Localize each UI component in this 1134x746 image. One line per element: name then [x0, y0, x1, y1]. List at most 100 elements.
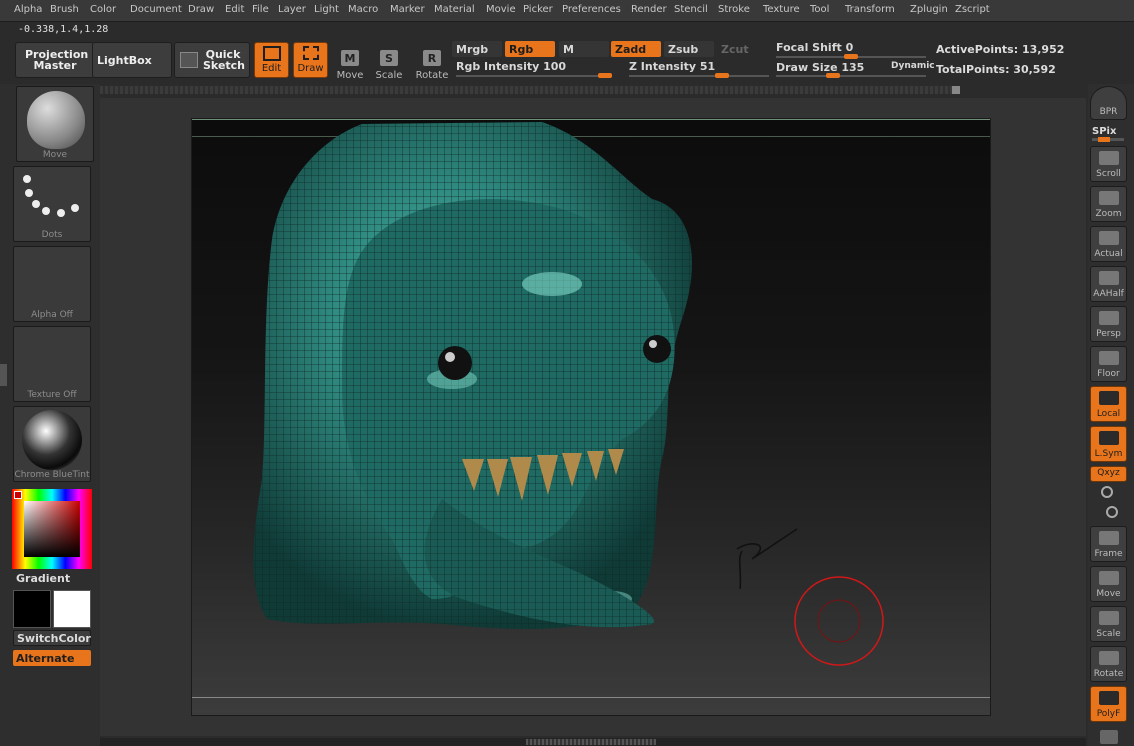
material-label: Chrome BlueTint	[14, 470, 90, 480]
menu-item-zplugin[interactable]: Zplugin	[910, 4, 948, 15]
menu-item-marker[interactable]: Marker	[390, 4, 425, 15]
switchcolor-button[interactable]: SwitchColor	[13, 630, 91, 646]
active-points: ActivePoints: 13,952	[936, 43, 1065, 56]
transp-icon[interactable]	[1100, 730, 1118, 744]
scroll-label: Scroll	[1096, 169, 1121, 179]
draw-icon	[302, 46, 319, 60]
lightbox-button[interactable]: LightBox	[92, 42, 172, 78]
alternate-button[interactable]: Alternate	[13, 650, 91, 666]
menu-item-light[interactable]: Light	[314, 4, 339, 15]
bottom-tray-grip[interactable]	[526, 739, 656, 745]
rotate-icon: R	[423, 50, 441, 66]
focal-shift-slider[interactable]	[776, 54, 926, 59]
frame-button[interactable]: Frame	[1090, 526, 1127, 562]
zadd-toggle[interactable]: Zadd	[611, 41, 661, 57]
rotate-y-icon[interactable]	[1101, 486, 1113, 498]
menu-item-preferences[interactable]: Preferences	[562, 4, 621, 15]
scale-icon: S	[380, 50, 398, 66]
scale-label: Scale	[375, 70, 403, 81]
gradient-label[interactable]: Gradient	[16, 572, 70, 585]
menu-item-texture[interactable]: Texture	[763, 4, 800, 15]
draw-size-slider[interactable]	[776, 73, 926, 78]
move-brush-icon	[27, 91, 85, 149]
polyf-button[interactable]: PolyF	[1090, 686, 1127, 722]
texture-selector[interactable]: Texture Off	[13, 326, 91, 402]
local-button[interactable]: Local	[1090, 386, 1127, 422]
bpr-button[interactable]: BPR	[1090, 86, 1127, 120]
chrome-material-icon	[22, 410, 82, 470]
strip-end-handle[interactable]	[952, 86, 960, 94]
texture-label: Texture Off	[27, 390, 77, 400]
rotate-view-button[interactable]: Rotate	[1090, 646, 1127, 682]
dynamic-toggle[interactable]: Dynamic	[891, 61, 935, 71]
menu-item-draw[interactable]: Draw	[188, 4, 214, 15]
lsym-button[interactable]: L.Sym	[1090, 426, 1127, 462]
floor-button[interactable]: Floor	[1090, 346, 1127, 382]
rotate-button[interactable]: R Rotate	[413, 41, 451, 83]
menu-item-zscript[interactable]: Zscript	[955, 4, 990, 15]
z-intensity-knob[interactable]	[715, 73, 729, 78]
rotate-z-icon[interactable]	[1106, 506, 1118, 518]
menu-item-transform[interactable]: Transform	[845, 4, 895, 15]
shelf-scroll-strip[interactable]	[100, 86, 960, 94]
menu-item-document[interactable]: Document	[130, 4, 182, 15]
menu-item-macro[interactable]: Macro	[348, 4, 378, 15]
menu-item-movie[interactable]: Movie	[486, 4, 516, 15]
quick-sketch-button[interactable]: Quick Sketch	[174, 42, 250, 78]
spix-knob[interactable]	[1098, 137, 1110, 142]
menu-item-alpha[interactable]: Alpha	[14, 4, 42, 15]
polyf-label: PolyF	[1096, 709, 1121, 719]
menu-item-edit[interactable]: Edit	[225, 4, 244, 15]
mrgb-toggle[interactable]: Mrgb	[452, 41, 502, 57]
menu-item-brush[interactable]: Brush	[50, 4, 79, 15]
menu-item-color[interactable]: Color	[90, 4, 116, 15]
brush-selector[interactable]: Move	[16, 86, 94, 162]
menu-item-file[interactable]: File	[252, 4, 269, 15]
menu-item-material[interactable]: Material	[434, 4, 475, 15]
menu-item-render[interactable]: Render	[631, 4, 667, 15]
xyz-button[interactable]: Qxyz	[1090, 466, 1127, 482]
move-button[interactable]: M Move	[331, 41, 369, 83]
scroll-button[interactable]: Scroll	[1090, 146, 1127, 182]
rotate-label: Rotate	[415, 70, 449, 81]
spix-slider[interactable]	[1092, 137, 1124, 142]
quick-sketch-icon	[180, 52, 198, 68]
zsub-toggle[interactable]: Zsub	[664, 41, 714, 57]
menu-item-layer[interactable]: Layer	[278, 4, 306, 15]
projection-master-button[interactable]: Projection Master	[15, 42, 95, 78]
material-selector[interactable]: Chrome BlueTint	[13, 406, 91, 482]
rgb-intensity-knob[interactable]	[598, 73, 612, 78]
main-color-swatch[interactable]	[13, 590, 51, 628]
menu-item-stroke[interactable]: Stroke	[718, 4, 750, 15]
rgb-intensity-slider[interactable]	[456, 73, 612, 78]
draw-button[interactable]: Draw	[293, 42, 328, 78]
scale-view-button[interactable]: Scale	[1090, 606, 1127, 642]
menu-item-picker[interactable]: Picker	[523, 4, 553, 15]
move-icon: M	[341, 50, 359, 66]
scale-button[interactable]: S Scale	[370, 41, 408, 83]
aahalf-button[interactable]: AAHalf	[1090, 266, 1127, 302]
m-toggle[interactable]: M	[559, 41, 609, 57]
rgb-toggle[interactable]: Rgb	[505, 41, 555, 57]
focal-shift-knob[interactable]	[844, 54, 858, 59]
actual-button[interactable]: Actual	[1090, 226, 1127, 262]
persp-button[interactable]: Persp	[1090, 306, 1127, 342]
move-view-button[interactable]: Move	[1090, 566, 1127, 602]
color-picker[interactable]	[12, 489, 92, 569]
lsym-label: L.Sym	[1094, 449, 1123, 459]
left-tray-arrow-icon[interactable]	[0, 364, 7, 386]
draw-size-knob[interactable]	[826, 73, 840, 78]
document-canvas[interactable]	[191, 118, 991, 716]
z-intensity-slider[interactable]	[629, 73, 769, 78]
zcut-toggle[interactable]: Zcut	[717, 41, 767, 57]
zoom-button[interactable]: Zoom	[1090, 186, 1127, 222]
stroke-selector[interactable]: Dots	[13, 166, 91, 242]
scale-view-label: Scale	[1096, 629, 1121, 639]
secondary-color-swatch[interactable]	[53, 590, 91, 628]
menu-item-stencil[interactable]: Stencil	[674, 4, 708, 15]
menu-item-tool[interactable]: Tool	[810, 4, 829, 15]
sculpt-model[interactable]	[192, 119, 991, 716]
alpha-selector[interactable]: Alpha Off	[13, 246, 91, 322]
edit-button[interactable]: Edit	[254, 42, 289, 78]
color-picker-square[interactable]	[24, 501, 80, 557]
